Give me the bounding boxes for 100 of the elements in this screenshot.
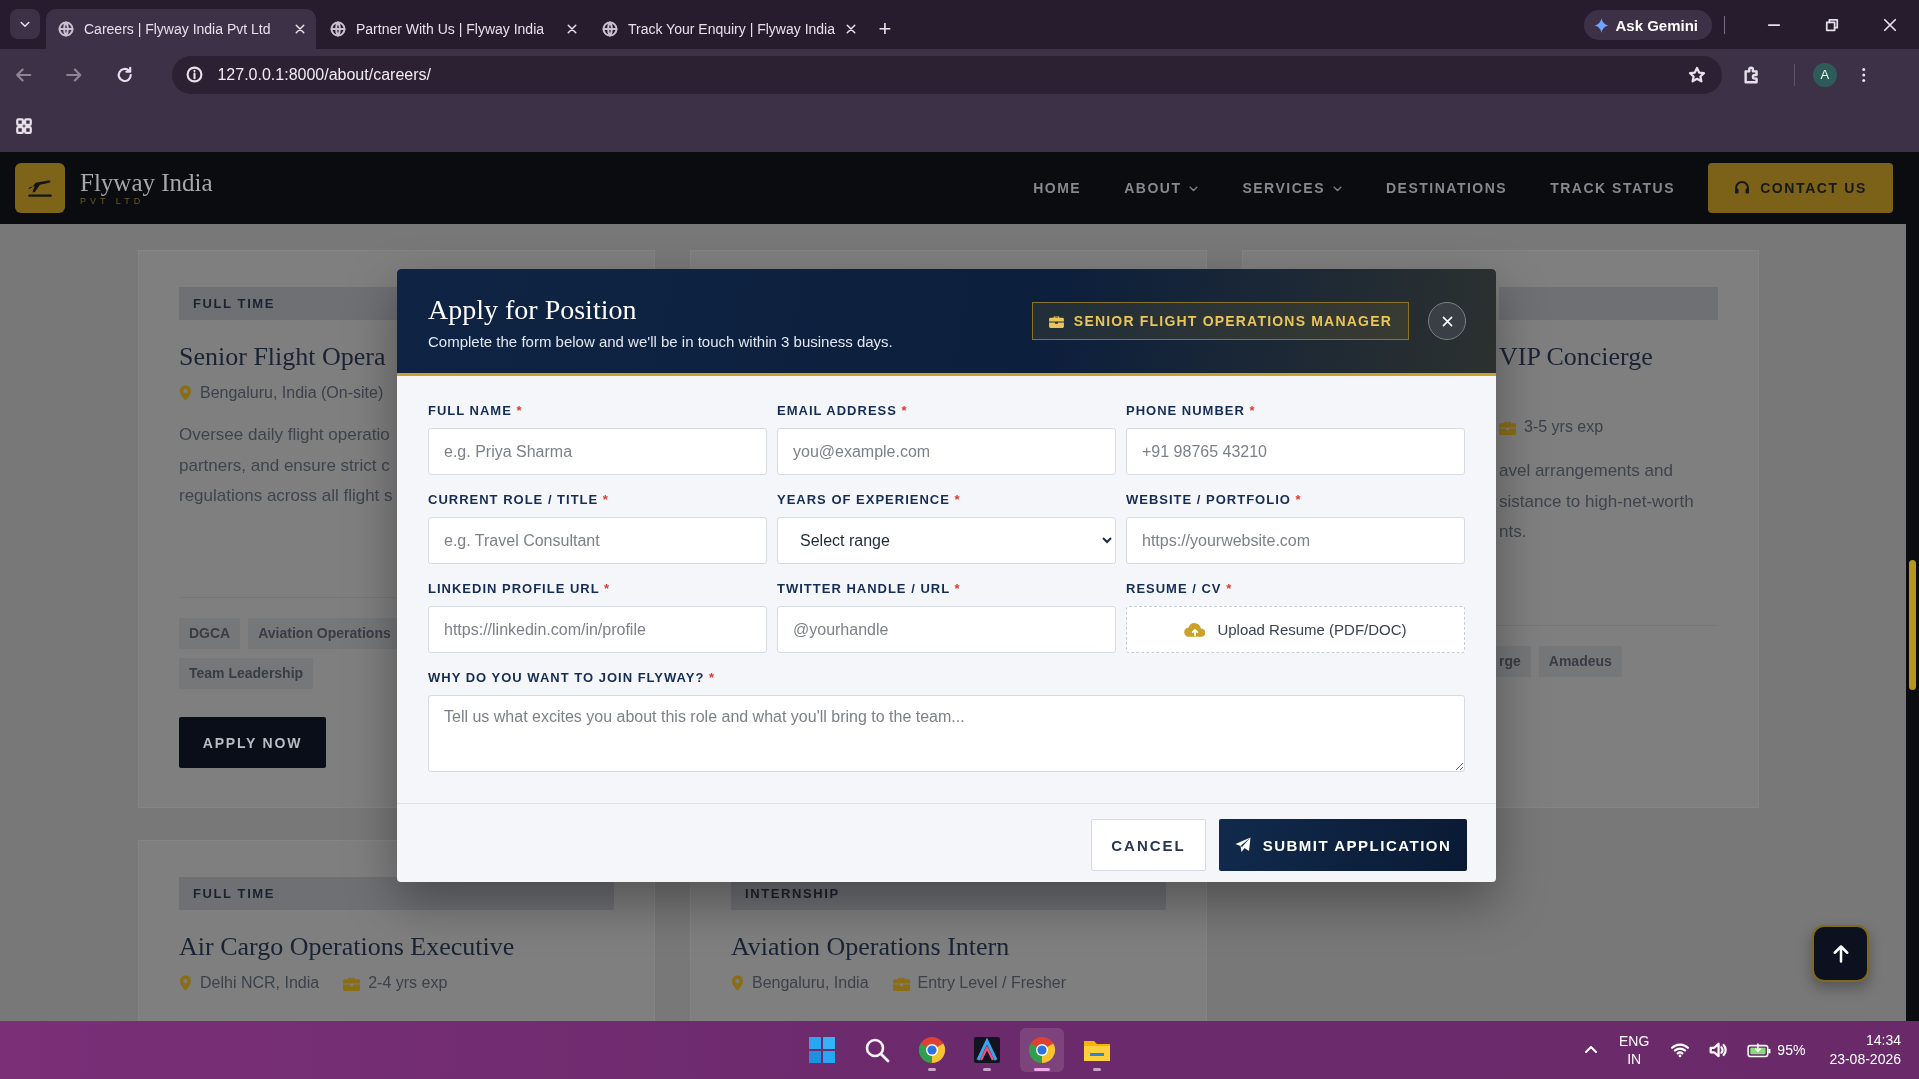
job-location: Bengaluru, India: [752, 974, 869, 992]
input-field[interactable]: e.g. Priya Sharma: [428, 428, 767, 475]
volume-icon[interactable]: [1709, 1041, 1728, 1059]
taskbar-app[interactable]: [1020, 1028, 1064, 1072]
browser-icon: [918, 1036, 946, 1064]
sparkle-icon: [1594, 17, 1610, 33]
brand-tagline: PVT LTD: [80, 196, 146, 206]
back-icon[interactable]: [15, 65, 33, 84]
nav-link[interactable]: SERVICES: [1242, 180, 1343, 196]
job-location: Bengaluru, India (On-site): [200, 384, 384, 402]
browser-tab[interactable]: Track Your Enquiry | Flyway India: [590, 9, 867, 49]
job-location: Delhi NCR, India: [200, 974, 320, 992]
logo-mark[interactable]: [15, 163, 65, 213]
upload-button[interactable]: Upload Resume (PDF/DOC): [1126, 606, 1465, 653]
field-label: LINKEDIN PROFILE URL *: [428, 580, 612, 598]
browser-tab[interactable]: Partner With Us | Flyway India: [318, 9, 588, 49]
job-title: VIP Concierge: [1499, 342, 1653, 372]
field-label: WEBSITE / PORTFOLIO *: [1126, 491, 1303, 509]
globe-icon: [330, 21, 346, 37]
input-field[interactable]: https://linkedin.com/in/profile: [428, 606, 767, 653]
browser-tab[interactable]: Careers | Flyway India Pvt Ltd: [46, 9, 316, 49]
job-experience: Entry Level / Fresher: [917, 974, 1067, 992]
input-field[interactable]: e.g. Travel Consultant: [428, 517, 767, 564]
headset-icon: [1734, 180, 1751, 196]
text-area[interactable]: Tell us what excites you about this role and what you'll bring to the team...: [428, 695, 1465, 772]
field-label: CURRENT ROLE / TITLE *: [428, 491, 610, 509]
profile-avatar[interactable]: A: [1813, 62, 1837, 87]
restore-icon[interactable]: [1825, 18, 1839, 32]
nav-link[interactable]: TRACK STATUS: [1550, 180, 1675, 196]
close-icon[interactable]: [1883, 18, 1897, 32]
submit-button[interactable]: SUBMIT APPLICATION: [1219, 819, 1467, 871]
running-indicator: [1093, 1068, 1101, 1071]
close-icon[interactable]: [566, 23, 578, 35]
job-type-label: FULL TIME: [179, 877, 614, 910]
select-field[interactable]: Select range: [777, 517, 1116, 564]
job-title: Senior Flight Opera: [179, 342, 386, 372]
app-icon: [973, 1036, 1001, 1064]
scroll-to-top-button[interactable]: [1812, 925, 1869, 982]
field-label: WHY DO YOU WANT TO JOIN FLYWAY? *: [428, 669, 717, 687]
briefcase-icon: [892, 975, 910, 991]
close-icon[interactable]: [294, 23, 306, 35]
nav-link[interactable]: DESTINATIONS: [1386, 180, 1508, 196]
globe-icon: [58, 21, 74, 37]
running-indicator: [1034, 1068, 1050, 1071]
browser-icon: [1028, 1036, 1056, 1064]
scrollbar-thumb[interactable]: [1909, 560, 1916, 690]
battery-level: 95%: [1777, 1042, 1806, 1058]
job-experience: 3-5 yrs exp: [1524, 418, 1604, 436]
close-icon[interactable]: [845, 23, 857, 35]
location-pin-icon: [731, 975, 744, 991]
address-bar[interactable]: 127.0.0.1:8000/about/careers/: [172, 55, 1722, 94]
star-icon[interactable]: [1687, 65, 1706, 84]
nav-link[interactable]: HOME: [1033, 180, 1082, 196]
position-name: SENIOR FLIGHT OPERATIONS MANAGER: [1073, 313, 1392, 329]
battery-icon[interactable]: [1747, 1041, 1772, 1059]
close-icon: [1440, 314, 1454, 328]
field-label: EMAIL ADDRESS *: [777, 402, 909, 420]
briefcase-icon: [343, 975, 361, 991]
skill-tag: Amadeus: [1538, 646, 1622, 677]
job-description: Oversee daily flight operatio partners, and ensure strict c regulations across all flight s: [179, 424, 393, 507]
job-description: avel arrangements and sistance to high-net-worth nts.: [1499, 460, 1694, 543]
ask-gemini-button[interactable]: Ask Gemini: [1584, 10, 1712, 40]
nav-link[interactable]: ABOUT: [1124, 180, 1200, 196]
forward-icon[interactable]: [65, 65, 83, 84]
close-button[interactable]: [1428, 302, 1466, 340]
wifi-icon[interactable]: [1671, 1041, 1690, 1059]
location-pin-icon: [179, 385, 192, 401]
field-label: PHONE NUMBER *: [1126, 402, 1257, 420]
cancel-button[interactable]: CANCEL: [1091, 819, 1206, 871]
dialog-subtitle: Complete the form below and we'll be in touch within 3 business days.: [428, 332, 893, 350]
field-label: RESUME / CV *: [1126, 580, 1234, 598]
new-tab-button[interactable]: +: [869, 9, 901, 49]
brand-name[interactable]: Flyway India: [80, 170, 213, 196]
skill-tag: Team Leadership: [179, 658, 314, 689]
briefcase-icon: [1499, 419, 1516, 435]
field-label: FULL NAME *: [428, 402, 524, 420]
send-icon: [1234, 837, 1251, 853]
input-field[interactable]: you@example.com: [777, 428, 1116, 475]
url-text[interactable]: 127.0.0.1:8000/about/careers/: [217, 65, 431, 84]
job-title: Aviation Operations Intern: [731, 932, 1010, 962]
input-field[interactable]: +91 98765 43210: [1126, 428, 1465, 475]
job-title: Air Cargo Operations Executive: [179, 932, 515, 962]
globe-icon: [602, 21, 618, 37]
clock[interactable]: 14:34 23-08-2026: [1829, 1031, 1901, 1069]
field-label: YEARS OF EXPERIENCE *: [777, 491, 962, 509]
apply-now-button[interactable]: APPLY NOW: [179, 717, 326, 768]
running-indicator: [983, 1068, 991, 1071]
briefcase-icon: [1048, 314, 1064, 328]
input-field[interactable]: https://yourwebsite.com: [1126, 517, 1465, 564]
tab-list-button[interactable]: [10, 9, 40, 39]
cloud-upload-icon: [1184, 621, 1206, 638]
language-indicator[interactable]: ENG IN: [1619, 1032, 1650, 1068]
search-icon: [863, 1036, 891, 1064]
reload-icon[interactable]: [115, 65, 134, 84]
info-icon[interactable]: [186, 66, 204, 83]
skill-tag: DGCA: [179, 618, 241, 649]
apps-grid-icon[interactable]: [15, 117, 33, 135]
location-pin-icon: [179, 975, 192, 991]
scrollbar[interactable]: [1906, 152, 1919, 1021]
input-field[interactable]: @yourhandle: [777, 606, 1116, 653]
